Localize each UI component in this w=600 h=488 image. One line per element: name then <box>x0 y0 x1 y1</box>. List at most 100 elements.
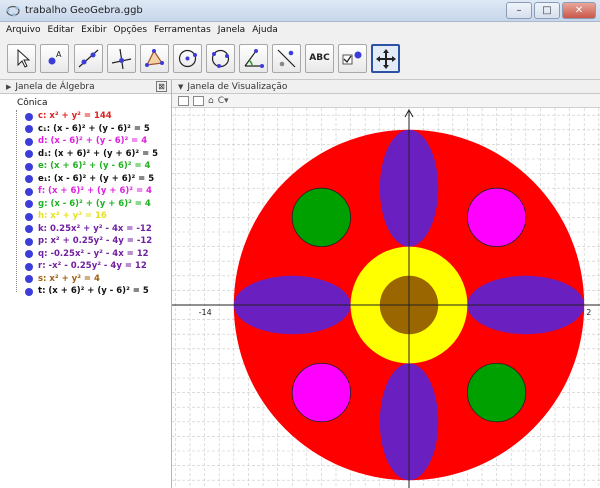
algebra-item-s[interactable]: s: x² + y² = 4 <box>0 273 171 286</box>
visibility-toggle-icon[interactable] <box>25 262 33 271</box>
move-graphics-tool-button[interactable] <box>371 44 400 73</box>
svg-text:A: A <box>56 50 62 59</box>
algebra-item-f[interactable]: f: (x + 6)² + (y + 6)² = 4 <box>0 185 171 198</box>
algebra-item-label: d: (x - 6)² + (y - 6)² = 4 <box>38 136 148 147</box>
algebra-item-label: g: (x - 6)² + (y + 6)² = 4 <box>38 198 151 209</box>
new-point-icon: A <box>48 50 62 65</box>
style-bar: ⌂ C▾ <box>172 94 600 108</box>
grid-toggle-icon[interactable] <box>193 95 204 106</box>
algebra-item-label: d₁: (x + 6)² + (y + 6)² = 5 <box>38 148 159 159</box>
visibility-toggle-icon[interactable] <box>25 175 33 183</box>
category-label[interactable]: Cônica <box>17 98 171 110</box>
maximize-button[interactable]: □ <box>534 2 560 19</box>
toolbar: A ABC <box>0 38 600 80</box>
algebra-item-label: q: -0.25x² - y² - 4x = 12 <box>38 248 149 259</box>
visibility-toggle-icon[interactable] <box>25 225 33 233</box>
menu-arquivo[interactable]: Arquivo <box>6 25 40 35</box>
axes-toggle-icon[interactable] <box>178 95 189 106</box>
circle-tool-button[interactable] <box>173 44 202 73</box>
perpendicular-tool-button[interactable] <box>107 44 136 73</box>
home-icon[interactable]: ⌂ <box>208 96 214 106</box>
algebra-item-r[interactable]: r: -x² - 0.25y² - 4y = 12 <box>0 260 171 273</box>
visibility-toggle-icon[interactable] <box>25 287 33 296</box>
menu-editar[interactable]: Editar <box>47 25 74 35</box>
small-circle-4 <box>466 363 527 423</box>
circle-three-points-tool-button[interactable] <box>206 44 235 73</box>
line-icon <box>78 49 99 68</box>
geogebra-app-icon <box>6 5 20 17</box>
visibility-toggle-icon[interactable] <box>25 237 33 246</box>
collapse-arrow-icon[interactable]: ▼ <box>178 83 183 91</box>
visibility-toggle-icon[interactable] <box>25 125 33 133</box>
move-graphics-view-icon <box>376 49 396 69</box>
algebra-item-label: e₁: (x - 6)² + (y + 6)² = 5 <box>38 173 155 184</box>
visibility-toggle-icon[interactable] <box>25 150 33 158</box>
visibility-toggle-icon[interactable] <box>25 162 33 171</box>
move-tool-button[interactable] <box>7 44 36 73</box>
small-circle-2 <box>466 187 527 247</box>
menu-exibir[interactable]: Exibir <box>81 25 106 35</box>
close-window-button[interactable]: ✕ <box>562 2 596 19</box>
polygon-tool-button[interactable] <box>140 44 169 73</box>
x-tick-label: 2 <box>586 308 591 317</box>
algebra-item-label: r: -x² - 0.25y² - 4y = 12 <box>38 261 147 272</box>
reflect-line-icon <box>277 49 296 68</box>
circle-center-icon <box>178 49 197 68</box>
perpendicular-line-icon <box>111 48 132 70</box>
visibility-toggle-icon[interactable] <box>25 275 33 283</box>
visibility-toggle-icon[interactable] <box>25 212 33 221</box>
text-tool-label: ABC <box>309 53 330 63</box>
algebra-item-c[interactable]: c: x² + y² = 144 <box>0 110 171 123</box>
title-bar: trabalho GeoGebra.ggb – □ ✕ <box>0 0 600 22</box>
algebra-item-label: e: (x + 6)² + (y - 6)² = 4 <box>38 161 151 172</box>
algebra-item-q[interactable]: q: -0.25x² - y² - 4x = 12 <box>0 248 171 261</box>
algebra-item-e[interactable]: e: (x + 6)² + (y - 6)² = 4 <box>0 160 171 173</box>
algebra-item-label: h: x² + y² = 16 <box>38 211 107 222</box>
visibility-toggle-icon[interactable] <box>25 200 33 208</box>
small-circle-1 <box>291 187 351 247</box>
object-list: c: x² + y² = 144 c₁: (x - 6)² + (y - 6)² … <box>0 110 171 298</box>
graphics-view: ▼ Janela de Visualização ⌂ C▾ -14 2 <box>172 80 600 488</box>
algebra-item-d1[interactable]: d₁: (x + 6)² + (y + 6)² = 5 <box>0 148 171 161</box>
menu-bar: Arquivo Editar Exibir Opções Ferramentas… <box>0 22 600 38</box>
graphics-view-title: Janela de Visualização <box>187 81 288 92</box>
algebra-item-g[interactable]: g: (x - 6)² + (y + 6)² = 4 <box>0 198 171 211</box>
algebra-item-t[interactable]: t: (x + 6)² + (y - 6)² = 5 <box>0 285 171 298</box>
visibility-toggle-icon[interactable] <box>25 250 33 258</box>
menu-janela[interactable]: Janela <box>218 25 245 35</box>
minimize-button[interactable]: – <box>506 2 532 19</box>
visibility-toggle-icon[interactable] <box>25 187 33 196</box>
algebra-item-label: k: 0.25x² + y² - 4x = -12 <box>38 223 152 234</box>
small-circle-3 <box>291 363 351 423</box>
checkbox-show-hide-icon <box>342 51 362 65</box>
text-tool-button[interactable]: ABC <box>305 44 334 73</box>
visibility-toggle-icon[interactable] <box>25 112 33 121</box>
menu-ferramentas[interactable]: Ferramentas <box>154 25 211 35</box>
menu-opcoes[interactable]: Opções <box>114 25 147 35</box>
graphics-canvas[interactable]: -14 2 <box>172 108 600 488</box>
algebra-item-label: c: x² + y² = 144 <box>38 111 112 122</box>
algebra-item-e1[interactable]: e₁: (x - 6)² + (y + 6)² = 5 <box>0 173 171 186</box>
algebra-item-c1[interactable]: c₁: (x - 6)² + (y - 6)² = 5 <box>0 123 171 136</box>
checkbox-tool-button[interactable] <box>338 44 367 73</box>
algebra-item-label: c₁: (x - 6)² + (y - 6)² = 5 <box>38 123 150 134</box>
line-tool-button[interactable] <box>74 44 103 73</box>
algebra-item-h[interactable]: h: x² + y² = 16 <box>0 210 171 223</box>
algebra-item-label: p: x² + 0.25y² - 4y = -12 <box>38 236 153 247</box>
angle-tool-button[interactable] <box>239 44 268 73</box>
reflect-tool-button[interactable] <box>272 44 301 73</box>
menu-ajuda[interactable]: Ajuda <box>252 25 278 35</box>
collapse-arrow-icon[interactable]: ▶ <box>6 83 11 91</box>
algebra-item-label: t: (x + 6)² + (y - 6)² = 5 <box>38 286 149 297</box>
angle-icon <box>244 49 264 68</box>
x-tick-label: -14 <box>199 308 212 317</box>
close-panel-icon[interactable]: ⊠ <box>156 81 167 92</box>
algebra-item-d[interactable]: d: (x - 6)² + (y - 6)² = 4 <box>0 135 171 148</box>
polygon-icon <box>145 49 164 67</box>
point-tool-button[interactable]: A <box>40 44 69 73</box>
algebra-item-p[interactable]: p: x² + 0.25y² - 4y = -12 <box>0 235 171 248</box>
point-capture-icon[interactable]: C▾ <box>218 96 229 106</box>
visibility-toggle-icon[interactable] <box>25 137 33 146</box>
algebra-view: ▶ Janela de Álgebra ⊠ Cônica c: x² + y² … <box>0 80 172 488</box>
algebra-item-k[interactable]: k: 0.25x² + y² - 4x = -12 <box>0 223 171 236</box>
